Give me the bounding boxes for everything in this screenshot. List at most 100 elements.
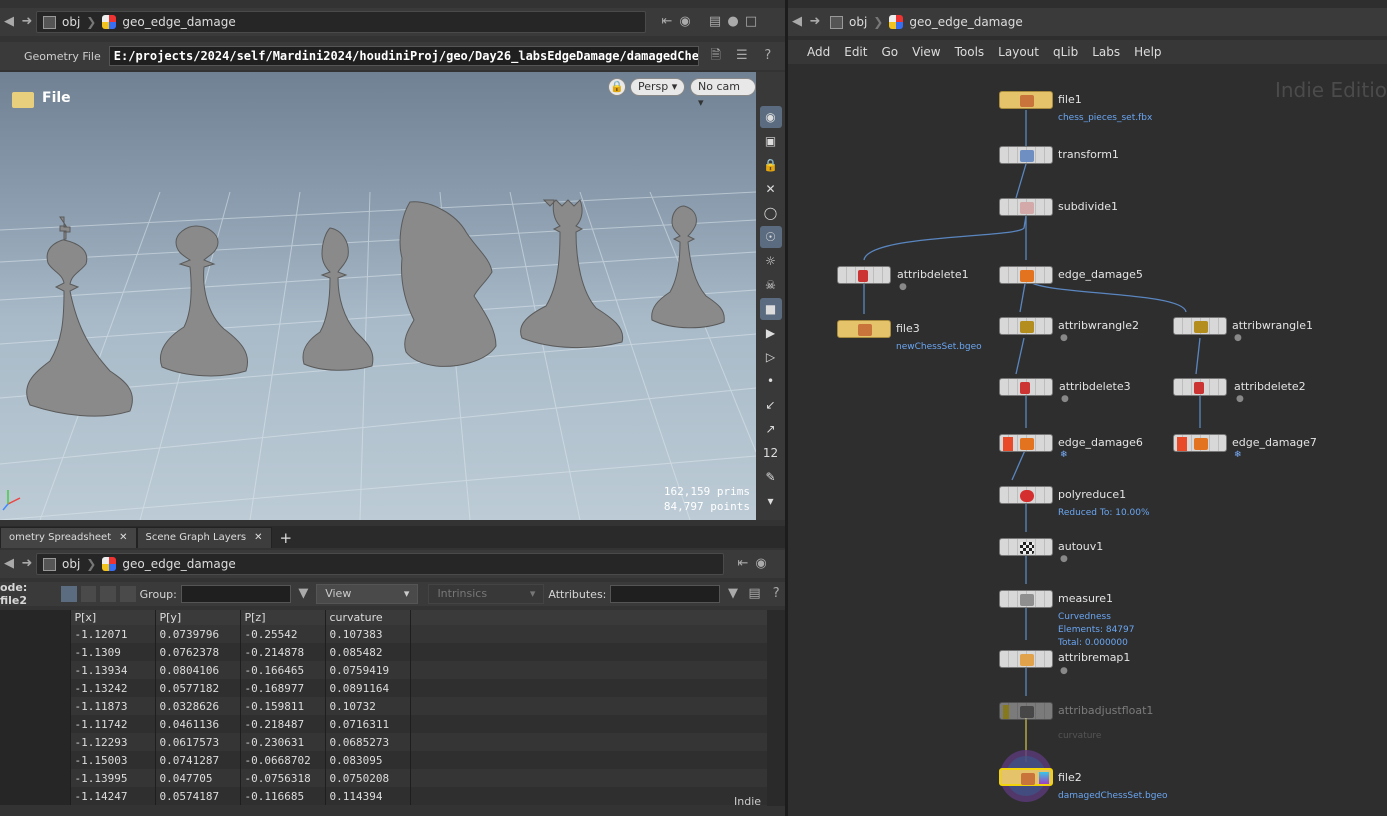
node-transform1[interactable] <box>999 146 1053 164</box>
snap-icon[interactable]: ✕ <box>760 178 782 200</box>
filter-icon[interactable]: ▼ <box>724 585 742 603</box>
table-cell[interactable]: -1.15003 <box>70 751 156 769</box>
lock-camera-icon[interactable]: 🔒 <box>608 78 626 96</box>
table-cell[interactable]: -1.11742 <box>70 715 156 733</box>
table-cell[interactable]: 0.085482 <box>325 643 411 661</box>
breadcrumb-context[interactable]: obj <box>849 15 867 29</box>
table-cell[interactable]: -0.214878 <box>240 643 326 661</box>
back-arrow-icon[interactable]: ◀ <box>0 555 18 573</box>
table-cell[interactable]: -1.14247 <box>70 787 156 805</box>
table-row[interactable]: -1.1309 0.0762378 -0.214878 0.085482 <box>0 643 769 661</box>
node-network[interactable]: Indie Editio file1 chess_pieces_set.fbx … <box>788 66 1387 816</box>
table-cell[interactable]: -1.12071 <box>70 625 156 643</box>
table-cell[interactable]: 0.0759419 <box>325 661 411 679</box>
table-cell[interactable]: -0.0756318 <box>240 769 326 787</box>
node-attribwrangle1[interactable] <box>1173 317 1227 335</box>
primitives-mode-icon[interactable] <box>100 586 116 602</box>
dot-icon[interactable]: ● <box>724 13 742 31</box>
close-icon[interactable]: ✕ <box>119 528 127 548</box>
pin-icon[interactable]: ⇤ <box>734 555 752 573</box>
eye-icon[interactable]: ◉ <box>759 106 782 128</box>
render-camera-icon[interactable]: ▶ <box>760 322 782 344</box>
export-icon[interactable]: ▤ <box>746 585 764 603</box>
breadcrumb[interactable]: obj ❯ geo_edge_damage <box>824 11 1384 33</box>
bypass-flag[interactable] <box>1177 437 1187 451</box>
filter-icon[interactable]: ▼ <box>295 585 313 603</box>
forward-arrow-icon[interactable]: ➜ <box>18 555 36 573</box>
menu-edit[interactable]: Edit <box>844 45 867 59</box>
table-cell[interactable]: 0.083095 <box>325 751 411 769</box>
breadcrumb-node[interactable]: geo_edge_damage <box>909 15 1022 29</box>
bulb-icon[interactable]: ☼ <box>760 250 782 272</box>
table-row[interactable]: -1.12293 0.0617573 -0.230631 0.0685273 <box>0 733 769 751</box>
forward-arrow-icon[interactable]: ➜ <box>806 13 824 31</box>
help-icon[interactable]: ? <box>767 585 785 603</box>
breadcrumb-context[interactable]: obj <box>62 557 80 571</box>
table-cell[interactable]: 0.0739796 <box>155 625 241 643</box>
table-row[interactable]: -1.15003 0.0741287 -0.0668702 0.083095 <box>0 751 769 769</box>
table-cell[interactable]: 0.114394 <box>325 787 411 805</box>
table-row[interactable]: -1.11873 0.0328626 -0.159811 0.10732 <box>0 697 769 715</box>
node-file1[interactable] <box>999 91 1053 109</box>
table-cell[interactable]: -0.230631 <box>240 733 326 751</box>
vector-icon[interactable]: ↗ <box>760 418 782 440</box>
node-attribwrangle2[interactable] <box>999 317 1053 335</box>
column-header[interactable]: P[z] <box>240 610 326 625</box>
table-cell[interactable]: -0.166465 <box>240 661 326 679</box>
table-row[interactable]: -1.12071 0.0739796 -0.25542 0.107383 <box>0 625 769 643</box>
scroll-down-icon[interactable]: ▾ <box>760 490 782 512</box>
node-autouv1[interactable] <box>999 538 1053 556</box>
bypass-flag[interactable] <box>1003 705 1009 719</box>
close-icon[interactable]: ✕ <box>254 528 262 548</box>
table-cell[interactable]: 0.0741287 <box>155 751 241 769</box>
scene-viewport[interactable]: File 🔒 Persp ▾ No cam ▾ 162,159 prims 84… <box>0 72 756 520</box>
detail-mode-icon[interactable] <box>119 586 136 602</box>
persp-menu[interactable]: Persp ▾ <box>630 78 686 96</box>
table-cell[interactable]: -0.159811 <box>240 697 326 715</box>
display-flag[interactable] <box>1039 772 1049 784</box>
column-header[interactable]: P[y] <box>155 610 241 625</box>
tab-scene-graph-layers[interactable]: Scene Graph Layers ✕ <box>136 527 272 548</box>
breadcrumb-node[interactable]: geo_edge_damage <box>122 15 235 29</box>
shading-icon[interactable]: ■ <box>759 298 782 320</box>
node-subdivide1[interactable] <box>999 198 1053 216</box>
table-cell[interactable]: -1.11873 <box>70 697 156 715</box>
menu-labs[interactable]: Labs <box>1092 45 1120 59</box>
file-browse-icon[interactable]: 🗎 <box>707 47 725 65</box>
breadcrumb-node[interactable]: geo_edge_damage <box>122 557 235 571</box>
menu-tools[interactable]: Tools <box>955 45 985 59</box>
node-edge-damage5[interactable] <box>999 266 1053 284</box>
help-icon[interactable]: ? <box>759 47 777 65</box>
table-row[interactable]: -1.14247 0.0574187 -0.116685 0.114394 <box>0 787 769 805</box>
table-cell[interactable]: -1.13934 <box>70 661 156 679</box>
flipbook-icon[interactable]: ▷ <box>760 346 782 368</box>
back-arrow-icon[interactable]: ◀ <box>0 13 18 31</box>
node-measure1[interactable] <box>999 590 1053 608</box>
pin-icon[interactable]: ⇤ <box>658 13 676 31</box>
tab-geometry-spreadsheet[interactable]: ometry Spreadsheet ✕ <box>0 527 137 548</box>
node-attribremap1[interactable] <box>999 650 1053 668</box>
vertices-mode-icon[interactable] <box>80 586 97 602</box>
table-cell[interactable]: -0.25542 <box>240 625 326 643</box>
light-icon[interactable]: ☉ <box>759 226 782 248</box>
node-attribdelete2[interactable] <box>1173 378 1227 396</box>
group-field[interactable] <box>180 585 291 603</box>
node-edge-damage6[interactable] <box>999 434 1053 452</box>
point-icon[interactable]: • <box>760 370 782 392</box>
table-cell[interactable]: 0.0574187 <box>155 787 241 805</box>
forward-arrow-icon[interactable]: ➜ <box>18 13 36 31</box>
points-mode-icon[interactable] <box>60 586 77 602</box>
menu-qlib[interactable]: qLib <box>1053 45 1078 59</box>
table-cell[interactable]: 0.0762378 <box>155 643 241 661</box>
brush-icon[interactable]: ✎ <box>760 466 782 488</box>
table-cell[interactable]: 0.10732 <box>325 697 411 715</box>
table-cell[interactable]: 0.0328626 <box>155 697 241 715</box>
table-row[interactable]: -1.13242 0.0577182 -0.168977 0.0891164 <box>0 679 769 697</box>
breadcrumb[interactable]: obj ❯ geo_edge_damage <box>36 11 646 33</box>
target-icon[interactable]: ◉ <box>676 13 694 31</box>
cube-icon[interactable]: ▤ <box>706 13 724 31</box>
normal-icon[interactable]: ↙ <box>760 394 782 416</box>
table-scrollbar[interactable] <box>767 610 785 806</box>
table-cell[interactable]: 0.0685273 <box>325 733 411 751</box>
table-cell[interactable]: -1.12293 <box>70 733 156 751</box>
